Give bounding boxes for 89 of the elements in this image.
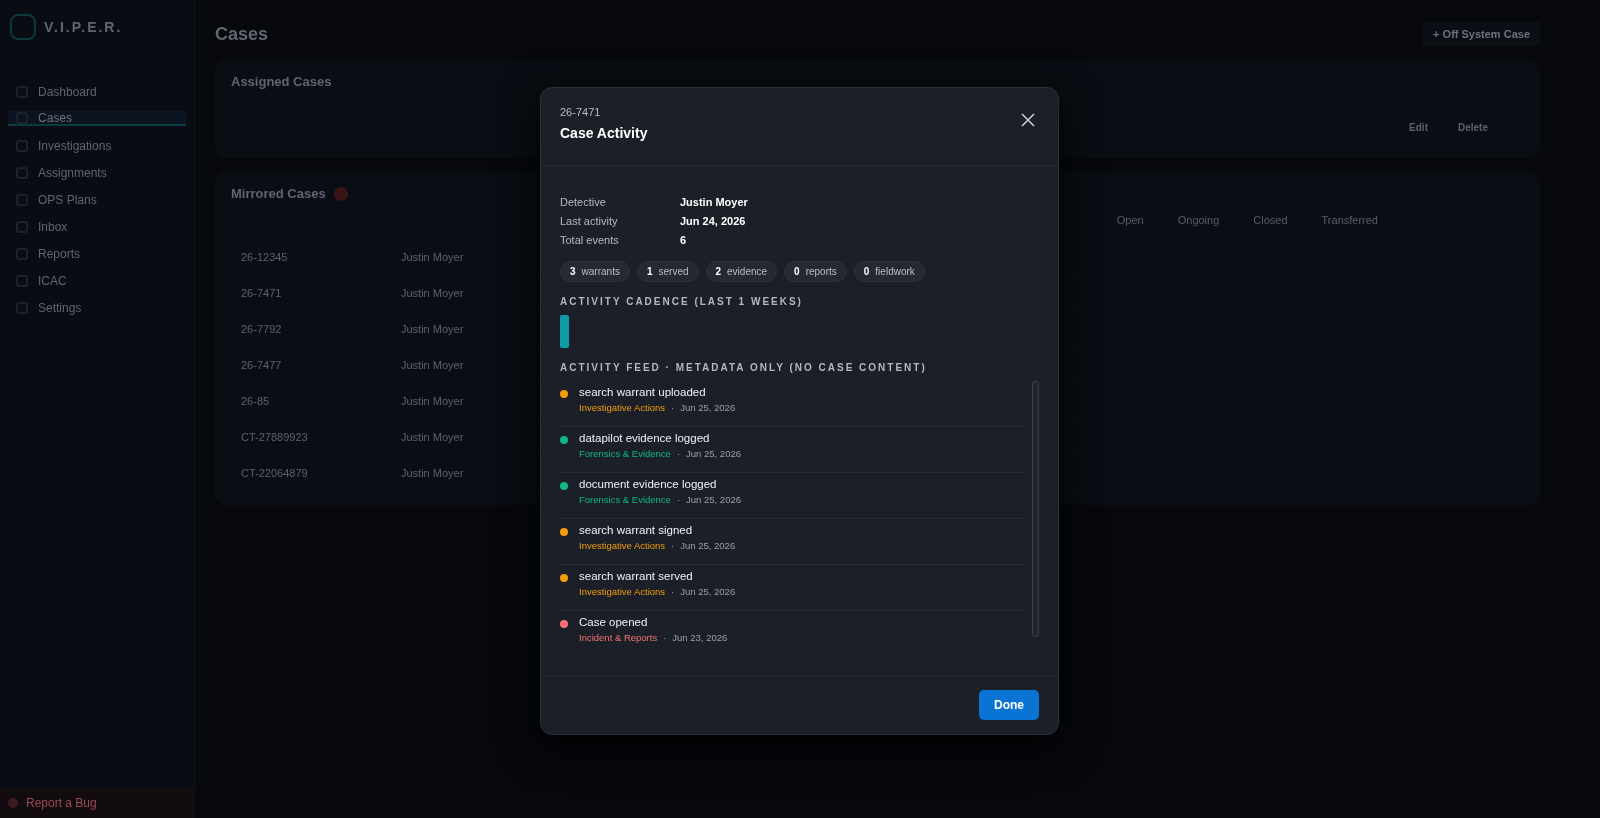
section-title: Mirrored Cases — [231, 186, 326, 201]
count-chip: 0 reports — [784, 261, 847, 282]
nav-item[interactable]: Inbox — [8, 219, 186, 234]
bug-icon — [8, 798, 18, 808]
event-category: Investigative Actions — [579, 586, 666, 597]
nav-icon — [16, 247, 28, 260]
filter-button[interactable]: Ongoing — [1171, 213, 1226, 227]
done-button[interactable]: Done — [979, 690, 1039, 720]
table-cell-text: CT-27889923 — [241, 430, 309, 443]
table-cell-text: 26-85 — [241, 394, 271, 407]
filter-button[interactable]: Closed — [1247, 213, 1294, 227]
detail-label: Total events — [560, 234, 620, 246]
section-heading: ACTIVITY CADENCE (LAST 1 WEEKS) — [560, 296, 804, 307]
dialog-title: Case Activity — [560, 125, 648, 141]
row-action-button[interactable]: Delete — [1452, 121, 1494, 134]
table-cell-text: 26-7471 — [241, 286, 283, 299]
event-category: Investigative Actions — [579, 540, 666, 551]
count-chip: 1 served — [636, 261, 699, 282]
separator-dot: · — [671, 586, 675, 597]
event-category: Investigative Actions — [579, 402, 666, 413]
separator-dot: · — [671, 402, 675, 413]
detail-value: Jun 24, 2026 — [680, 215, 747, 227]
page-title: Cases — [215, 23, 269, 45]
table-cell: Justin Moyer — [401, 394, 464, 407]
nav-icon — [16, 193, 28, 206]
event-title: Case opened — [579, 616, 649, 628]
separator-dot: · — [663, 632, 667, 643]
report-bug-button[interactable]: Report a Bug — [0, 788, 194, 818]
separator-dot: · — [676, 494, 681, 505]
nav-item[interactable]: ICAC — [8, 273, 186, 288]
event-date: Jun 23, 2026 — [672, 632, 728, 643]
table-cell: Justin Moyer — [401, 250, 464, 263]
detail-label: Last activity — [560, 215, 619, 227]
event-title: search warrant served — [579, 570, 694, 582]
nav-icon — [16, 111, 28, 124]
nav-icon — [16, 139, 28, 152]
nav-icon — [16, 220, 28, 233]
table-cell-text: 26-12345 — [241, 250, 289, 263]
alert-dot-icon — [333, 186, 348, 201]
table-cell-text: 26-7477 — [241, 358, 283, 371]
count-chip: 2 evidence — [705, 261, 778, 282]
add-case-button[interactable]: + Off System Case — [1423, 22, 1540, 46]
nav-item[interactable]: Dashboard — [8, 84, 186, 99]
filter-button[interactable]: Open — [1110, 213, 1150, 227]
event-date: Jun 25, 2026 — [686, 448, 741, 459]
event-date: Jun 25, 2026 — [680, 586, 736, 597]
event-category: Forensics & Evidence — [579, 494, 671, 505]
table-cell: Justin Moyer — [401, 430, 464, 443]
cadence-chart — [560, 315, 569, 348]
event-title: search warrant uploaded — [579, 386, 707, 398]
shield-logo-icon — [10, 14, 36, 40]
event-category: Incident & Reports — [579, 632, 658, 643]
table-cell: Justin Moyer — [401, 466, 464, 479]
separator-dot: · — [676, 448, 681, 459]
section-title: Assigned Cases — [231, 74, 332, 89]
row-action-button[interactable]: Edit — [1403, 121, 1434, 134]
section-heading: ACTIVITY FEED · METADATA ONLY (NO CASE CONTENT) — [560, 362, 928, 373]
event-title: datapilot evidence logged — [579, 432, 711, 444]
case-number: 26-7471 — [560, 106, 602, 118]
event-category: Forensics & Evidence — [579, 448, 671, 459]
detail-label: Detective — [560, 196, 607, 208]
nav-item[interactable]: Settings — [8, 300, 186, 315]
nav-item[interactable]: Cases — [8, 111, 186, 126]
event-title: search warrant signed — [579, 524, 694, 536]
event-title: document evidence logged — [579, 478, 718, 490]
filter-button[interactable]: Transferred — [1315, 213, 1384, 227]
detail-value: Justin Moyer — [680, 196, 749, 208]
table-cell-text: CT-22064879 — [241, 466, 309, 479]
event-date: Jun 25, 2026 — [686, 494, 741, 505]
nav-icon — [16, 301, 28, 314]
nav-icon — [16, 166, 28, 179]
nav-item[interactable]: Investigations — [8, 138, 186, 153]
table-cell: Justin Moyer — [401, 322, 464, 335]
event-date: Jun 25, 2026 — [680, 540, 736, 551]
count-chip: 3 warrants — [560, 261, 630, 282]
table-cell-text: 26-7792 — [241, 322, 283, 335]
detail-value: 6 — [680, 234, 688, 246]
table-cell: Justin Moyer — [401, 358, 464, 371]
count-chip: 0 fieldwork — [853, 261, 925, 282]
nav-item[interactable]: Reports — [8, 246, 186, 261]
nav-icon — [16, 85, 28, 98]
nav-item[interactable]: OPS Plans — [8, 192, 186, 207]
scrollbar[interactable] — [1032, 381, 1039, 637]
nav-icon — [16, 274, 28, 287]
event-date: Jun 25, 2026 — [680, 402, 736, 413]
nav-item[interactable]: Assignments — [8, 165, 186, 180]
app-logo-text: V.I.P.E.R. — [44, 19, 123, 35]
table-cell: Justin Moyer — [401, 286, 464, 299]
separator-dot: · — [671, 540, 675, 551]
